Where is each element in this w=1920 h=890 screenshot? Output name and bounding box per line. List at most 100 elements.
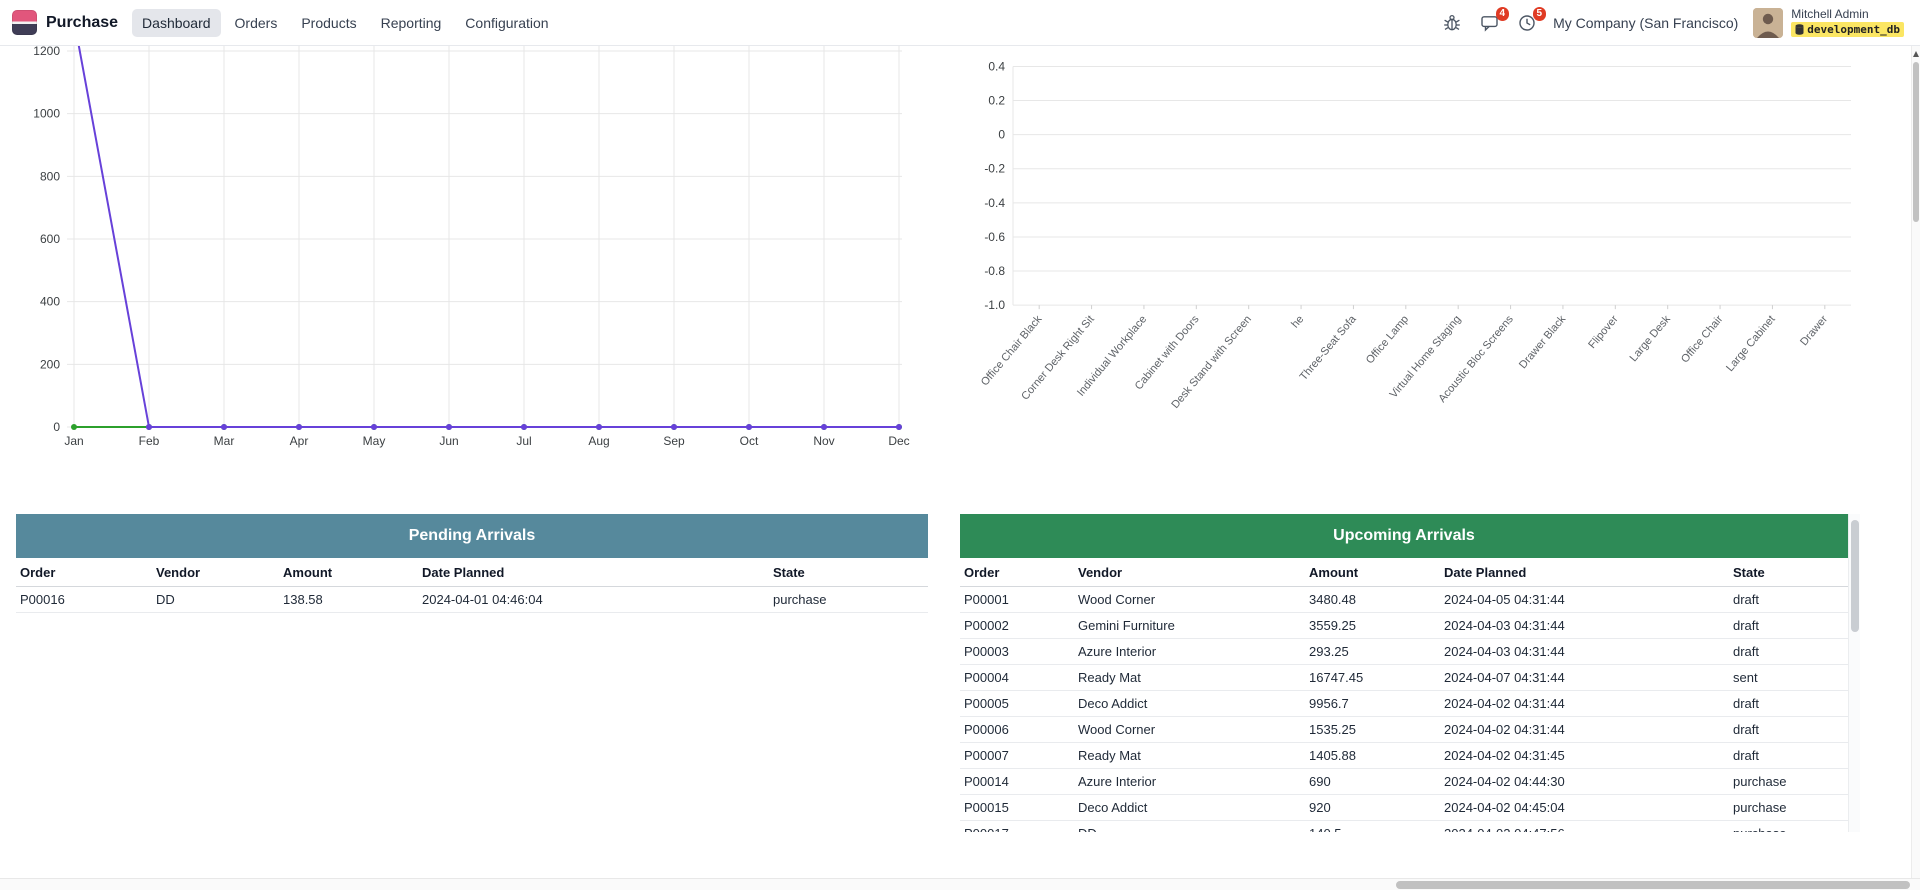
table-cell: Deco Addict: [1074, 795, 1305, 821]
page-horizontal-scrollbar-track[interactable]: [0, 878, 1920, 890]
svg-text:Jul: Jul: [516, 434, 531, 448]
table-cell: 2024-04-02 04:45:04: [1440, 795, 1729, 821]
menu-reporting[interactable]: Reporting: [371, 9, 452, 37]
menu-configuration[interactable]: Configuration: [455, 9, 558, 37]
table-cell: Ready Mat: [1074, 665, 1305, 691]
table-header-row: Order Vendor Amount Date Planned State: [960, 558, 1848, 587]
table-cell: P00017: [960, 821, 1074, 833]
svg-text:800: 800: [40, 169, 60, 183]
svg-text:600: 600: [40, 232, 60, 246]
table-cell: P00005: [960, 691, 1074, 717]
top-navbar: Purchase Dashboard Orders Products Repor…: [0, 0, 1920, 46]
svg-text:Apr: Apr: [290, 434, 309, 448]
pending-arrivals-card: Pending Arrivals Order Vendor Amount Dat…: [16, 514, 928, 832]
svg-text:-0.8: -0.8: [984, 264, 1005, 278]
products-bar-chart[interactable]: 0.40.20-0.2-0.4-0.6-0.8-1.0Office Chair …: [975, 46, 1880, 446]
svg-text:1200: 1200: [33, 46, 60, 58]
svg-text:Large Desk: Large Desk: [1628, 313, 1674, 364]
svg-text:Drawer Black: Drawer Black: [1517, 313, 1569, 371]
column-header-amount: Amount: [1305, 558, 1440, 587]
table-cell: P00002: [960, 613, 1074, 639]
svg-text:Office Chair: Office Chair: [1679, 313, 1726, 365]
table-row[interactable]: P00017DD140.52024-04-02 04:47:56purchase: [960, 821, 1848, 833]
svg-text:-0.4: -0.4: [984, 196, 1005, 210]
column-header-state: State: [769, 558, 928, 587]
page-vertical-scrollbar-track[interactable]: [1911, 46, 1920, 878]
column-header-order: Order: [960, 558, 1074, 587]
upcoming-arrivals-card: Upcoming Arrivals Order Vendor Amount Da…: [960, 514, 1860, 832]
table-cell: purchase: [769, 587, 928, 613]
table-cell: P00004: [960, 665, 1074, 691]
company-switcher[interactable]: My Company (San Francisco): [1553, 15, 1738, 31]
activities-clock-icon[interactable]: 5: [1516, 12, 1538, 34]
table-scrollbar-track[interactable]: [1848, 514, 1860, 832]
table-row[interactable]: P00007Ready Mat1405.882024-04-02 04:31:4…: [960, 743, 1848, 769]
page-vertical-scrollbar-thumb[interactable]: [1913, 62, 1919, 222]
column-header-date-planned: Date Planned: [418, 558, 769, 587]
svg-text:0: 0: [53, 420, 60, 434]
column-header-vendor: Vendor: [1074, 558, 1305, 587]
table-cell: 2024-04-02 04:47:56: [1440, 821, 1729, 833]
svg-text:1000: 1000: [33, 107, 60, 121]
table-cell: 2024-04-01 04:46:04: [418, 587, 769, 613]
table-row[interactable]: P00001Wood Corner3480.482024-04-05 04:31…: [960, 587, 1848, 613]
svg-text:Aug: Aug: [588, 434, 609, 448]
svg-text:0.2: 0.2: [988, 94, 1005, 108]
app-name: Purchase: [46, 14, 118, 32]
menu-orders[interactable]: Orders: [225, 9, 288, 37]
table-row[interactable]: P00015Deco Addict9202024-04-02 04:45:04p…: [960, 795, 1848, 821]
table-cell: P00016: [16, 587, 152, 613]
menu-dashboard[interactable]: Dashboard: [132, 9, 221, 37]
svg-text:-0.6: -0.6: [984, 230, 1005, 244]
table-cell: 2024-04-02 04:31:45: [1440, 743, 1729, 769]
purchases-line-chart[interactable]: 020040060080010001200JanFebMarAprMayJunJ…: [10, 46, 920, 466]
menu-products[interactable]: Products: [291, 9, 366, 37]
upcoming-arrivals-title: Upcoming Arrivals: [960, 514, 1848, 558]
svg-text:he: he: [1289, 313, 1306, 330]
table-cell: draft: [1729, 613, 1848, 639]
table-cell: P00001: [960, 587, 1074, 613]
table-cell: draft: [1729, 587, 1848, 613]
table-cell: 2024-04-07 04:31:44: [1440, 665, 1729, 691]
table-cell: 690: [1305, 769, 1440, 795]
page-horizontal-scrollbar-thumb[interactable]: [1396, 881, 1910, 889]
column-header-vendor: Vendor: [152, 558, 279, 587]
table-cell: draft: [1729, 717, 1848, 743]
table-cell: 293.25: [1305, 639, 1440, 665]
svg-text:Flipover: Flipover: [1586, 313, 1621, 351]
table-cell: 2024-04-03 04:31:44: [1440, 639, 1729, 665]
table-row[interactable]: P00004Ready Mat16747.452024-04-07 04:31:…: [960, 665, 1848, 691]
svg-text:Nov: Nov: [813, 434, 834, 448]
svg-text:Oct: Oct: [740, 434, 759, 448]
apps-home-button[interactable]: Purchase: [12, 10, 132, 35]
table-row[interactable]: P00002Gemini Furniture3559.252024-04-03 …: [960, 613, 1848, 639]
debug-bug-icon[interactable]: [1441, 12, 1463, 34]
table-row[interactable]: P00014Azure Interior6902024-04-02 04:44:…: [960, 769, 1848, 795]
main-menu: Dashboard Orders Products Reporting Conf…: [132, 9, 559, 37]
message-count-badge: 4: [1496, 7, 1510, 21]
table-scrollbar-thumb[interactable]: [1851, 520, 1859, 632]
svg-text:200: 200: [40, 357, 60, 371]
table-cell: P00015: [960, 795, 1074, 821]
table-row[interactable]: P00016DD138.582024-04-01 04:46:04purchas…: [16, 587, 928, 613]
table-cell: 1535.25: [1305, 717, 1440, 743]
table-row[interactable]: P00005Deco Addict9956.72024-04-02 04:31:…: [960, 691, 1848, 717]
activity-count-badge: 5: [1533, 7, 1547, 21]
table-cell: Wood Corner: [1074, 587, 1305, 613]
table-cell: draft: [1729, 743, 1848, 769]
table-cell: Gemini Furniture: [1074, 613, 1305, 639]
user-menu[interactable]: Mitchell Admin development_db: [1753, 8, 1904, 38]
column-header-amount: Amount: [279, 558, 418, 587]
table-cell: purchase: [1729, 795, 1848, 821]
messages-icon[interactable]: 4: [1478, 12, 1501, 34]
table-cell: 2024-04-05 04:31:44: [1440, 587, 1729, 613]
column-header-date-planned: Date Planned: [1440, 558, 1729, 587]
table-cell: 3559.25: [1305, 613, 1440, 639]
table-cell: 16747.45: [1305, 665, 1440, 691]
table-cell: Azure Interior: [1074, 639, 1305, 665]
scroll-up-arrow-icon[interactable]: [1913, 51, 1919, 57]
table-cell: 920: [1305, 795, 1440, 821]
table-row[interactable]: P00006Wood Corner1535.252024-04-02 04:31…: [960, 717, 1848, 743]
svg-text:Jun: Jun: [439, 434, 458, 448]
table-row[interactable]: P00003Azure Interior293.252024-04-03 04:…: [960, 639, 1848, 665]
